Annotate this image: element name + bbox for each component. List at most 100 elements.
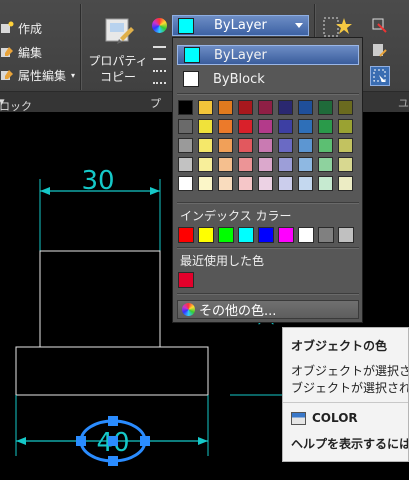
palette-color-cell[interactable] [198,157,213,172]
palette-color-cell[interactable] [278,119,293,134]
palette-color-cell[interactable] [278,176,293,191]
grip-handle[interactable] [140,436,150,446]
palette-color-cell[interactable] [258,157,273,172]
option-byblock[interactable]: ByBlock [177,69,359,89]
color-combo[interactable]: ByLayer [172,15,309,36]
palette-color-cell[interactable] [218,176,233,191]
index-color-cell[interactable] [258,227,274,243]
palette-color-cell[interactable] [298,157,313,172]
arrowhead [150,187,160,195]
palette-color-cell[interactable] [178,138,193,153]
tooltip: オブジェクトの色 オブジェクトが選択さ ブジェクトが選択され COLOR ヘルプ… [282,327,409,462]
block-create-icon [0,21,14,35]
tooltip-command-name: COLOR [312,411,358,425]
arrowhead [198,437,208,445]
palette-color-cell[interactable] [238,119,253,134]
palette-color-cell[interactable] [298,100,313,115]
palette-color-cell[interactable] [198,100,213,115]
palette-color-cell[interactable] [318,119,333,134]
index-color-cell[interactable] [178,227,194,243]
ribbon-separator [80,4,82,90]
palette-color-cell[interactable] [218,138,233,153]
index-color-cell[interactable] [278,227,294,243]
grip-handle[interactable] [108,436,118,446]
match-properties-button[interactable]: プロパティ コピー [85,16,151,88]
palette-color-cell[interactable] [258,138,273,153]
index-color-cell[interactable] [338,227,354,243]
index-color-cell[interactable] [218,227,234,243]
palette-color-cell[interactable] [338,157,353,172]
block-create-button[interactable]: 作成 [0,19,42,37]
group-edit-icon[interactable] [372,43,388,62]
palette-color-cell[interactable] [218,119,233,134]
divider [177,293,359,295]
palette-color-cell[interactable] [318,138,333,153]
other-colors-label: その他の色... [199,304,277,319]
palette-color-cell[interactable] [238,176,253,191]
palette-color-cell[interactable] [278,100,293,115]
palette-color-cell[interactable] [318,157,333,172]
attribute-edit-icon [0,68,14,82]
palette-color-cell[interactable] [338,100,353,115]
tooltip-description-line: ブジェクトが選択され [291,381,409,395]
match-properties-icon [105,18,134,44]
palette-color-cell[interactable] [338,138,353,153]
palette-color-cell[interactable] [238,138,253,153]
rectangle-lower[interactable] [15,346,209,396]
divider [283,402,408,403]
palette-color-cell[interactable] [198,176,213,191]
palette-color-cell[interactable] [298,119,313,134]
group-selection-toggle-icon[interactable] [370,66,390,86]
grip-handle[interactable] [108,456,118,466]
tooltip-help: ヘルプを表示するには [291,437,409,451]
palette-color-cell[interactable] [298,176,313,191]
color-swatch [183,71,199,87]
palette-color-cell[interactable] [338,119,353,134]
rectangle-upper[interactable] [39,250,161,348]
option-label: ByBlock [213,71,265,87]
option-bylayer[interactable]: ByLayer [177,45,359,65]
divider [177,202,359,204]
palette-color-cell[interactable] [218,157,233,172]
index-color-cell[interactable] [298,227,314,243]
palette-color-cell[interactable] [278,138,293,153]
block-edit-button[interactable]: 編集 [0,43,42,61]
recent-color-cell[interactable] [178,272,194,288]
grip-handle[interactable] [108,416,118,426]
palette-color-cell[interactable] [318,176,333,191]
palette-color-cell[interactable] [278,157,293,172]
palette-color-cell[interactable] [218,100,233,115]
recent-colors-label: 最近使用した色 [180,254,265,268]
palette-color-cell[interactable] [238,157,253,172]
properties-group-label[interactable]: プ [150,95,161,111]
dimension-text-top: 30 [81,166,114,196]
color-swatch [184,47,200,63]
palette-color-cell[interactable] [178,119,193,134]
index-color-cell[interactable] [238,227,254,243]
block-group-label[interactable]: ロック ▾ [0,95,32,113]
grip-handle[interactable] [76,436,86,446]
palette-color-cell[interactable] [258,119,273,134]
chevron-down-icon: ▾ [71,70,76,80]
palette-color-cell[interactable] [258,176,273,191]
other-colors-button[interactable]: その他の色... [177,300,359,319]
color-wheel-icon [152,18,167,33]
attribute-edit-button[interactable]: 属性編集 ▾ [0,66,75,84]
index-color-cell[interactable] [318,227,334,243]
palette-color-cell[interactable] [238,100,253,115]
index-color-cell[interactable] [198,227,214,243]
palette-color-cell[interactable] [178,176,193,191]
palette-color-cell[interactable] [298,138,313,153]
palette-color-cell[interactable] [178,100,193,115]
chevron-down-icon [295,23,303,28]
palette-color-cell[interactable] [178,157,193,172]
arrowhead [40,187,50,195]
group-select-icon[interactable] [372,18,388,37]
palette-color-cell[interactable] [198,119,213,134]
linetype-icon [153,70,166,84]
palette-color-cell[interactable] [338,176,353,191]
block-create-label: 作成 [18,21,43,36]
palette-color-cell[interactable] [198,138,213,153]
palette-color-cell[interactable] [318,100,333,115]
palette-color-cell[interactable] [258,100,273,115]
